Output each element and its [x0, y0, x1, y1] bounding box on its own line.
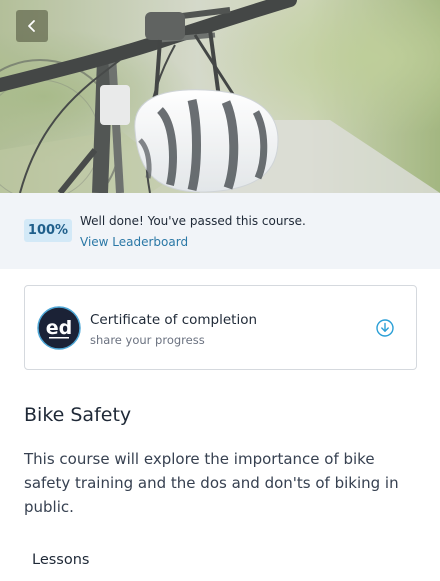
completion-message: Well done! You've passed this course.: [80, 214, 306, 228]
bike-helmet-photo: [0, 0, 440, 193]
score-badge: 100%: [24, 219, 72, 242]
course-title: Bike Safety: [24, 404, 132, 426]
certificate-title: Certificate of completion: [90, 312, 258, 328]
download-icon[interactable]: [376, 319, 394, 337]
certificate-subtitle: share your progress: [90, 333, 205, 347]
ed-logo-icon: ed: [37, 306, 81, 350]
back-button[interactable]: [16, 10, 48, 42]
svg-text:ed: ed: [46, 317, 73, 339]
hero-image: [0, 0, 440, 193]
course-description: This course will explore the importance …: [24, 450, 399, 516]
chevron-left-icon: [28, 20, 35, 32]
lessons-heading: Lessons: [32, 552, 90, 568]
certificate-card[interactable]: ed Certificate of completion share your …: [24, 285, 417, 370]
view-leaderboard-link[interactable]: View Leaderboard: [80, 235, 188, 249]
